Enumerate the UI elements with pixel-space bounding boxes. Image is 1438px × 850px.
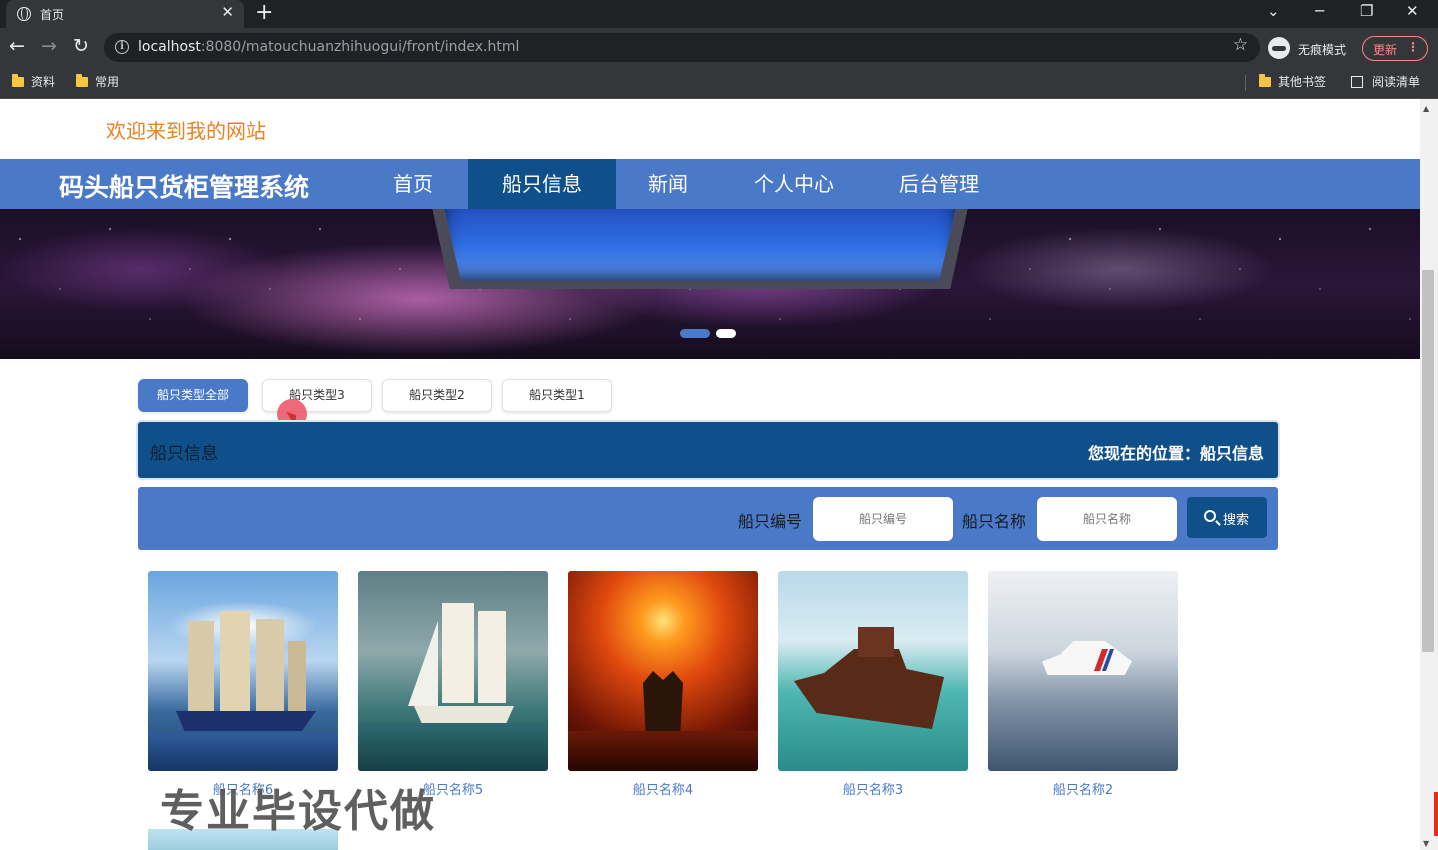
type-tab-2[interactable]: 船只类型2 [382, 379, 492, 412]
ship-name[interactable]: 船只名称2 [988, 779, 1178, 798]
bookmark-folder-changyong[interactable]: 常用 [76, 73, 119, 90]
bookmarks-separator [1245, 75, 1246, 91]
nav-news[interactable]: 新闻 [628, 159, 708, 209]
bookmark-folder-ziliao[interactable]: 资料 [12, 73, 55, 90]
close-tab-icon[interactable]: ✕ [221, 3, 234, 21]
minimize-icon[interactable]: ─ [1315, 2, 1324, 20]
update-button[interactable]: 更新 ⋮ [1362, 36, 1428, 61]
carousel-dot-1[interactable] [680, 329, 710, 338]
ship-image[interactable] [568, 571, 758, 771]
watermark-text: 专业毕设代做 [160, 786, 436, 837]
scroll-down-icon[interactable]: ▼ [1423, 839, 1429, 848]
ship-number-input[interactable] [813, 497, 953, 541]
search-icon [1204, 510, 1216, 522]
section-title: 船只信息 [150, 444, 218, 464]
globe-icon [17, 7, 31, 21]
nav-personal-center[interactable]: 个人中心 [736, 159, 852, 209]
reading-list[interactable]: 阅读清单 [1351, 73, 1420, 90]
scrollbar-thumb[interactable] [1422, 270, 1434, 652]
bookmark-star-icon[interactable]: ☆ [1233, 35, 1248, 55]
back-icon[interactable]: ← [9, 36, 25, 56]
tab-title: 首页 [40, 8, 65, 22]
browser-tab[interactable]: 首页 ✕ [6, 0, 244, 28]
folder-icon [12, 74, 24, 87]
ship-card[interactable]: 船只名称3 [778, 571, 968, 798]
site-title: 码头船只货柜管理系统 [59, 173, 310, 202]
ship-image[interactable] [778, 571, 968, 771]
ship-card[interactable]: 船只名称5 [358, 571, 548, 798]
restore-icon[interactable]: ❐ [1360, 2, 1373, 20]
address-bar[interactable]: i localhost:8080/matouchuanzhihuogui/fro… [104, 33, 1260, 62]
ship-name[interactable]: 船只名称3 [778, 779, 968, 798]
reload-icon[interactable]: ↻ [73, 36, 89, 56]
page-viewport: 欢迎来到我的网站 码头船只货柜管理系统 首页 船只信息 新闻 个人中心 后台管理… [0, 99, 1420, 850]
reading-list-icon [1351, 76, 1363, 88]
search-button[interactable]: 搜索 [1187, 497, 1267, 538]
browser-toolbar: ← → ↻ i localhost:8080/matouchuanzhihuog… [0, 28, 1438, 66]
ship-image[interactable] [358, 571, 548, 771]
ship-name-input[interactable] [1037, 497, 1177, 541]
menu-kebab-icon: ⋮ [1407, 40, 1419, 54]
type-tab-1[interactable]: 船只类型1 [502, 379, 612, 412]
new-tab-button[interactable]: + [255, 0, 273, 26]
nav-ship-info[interactable]: 船只信息 [468, 159, 616, 209]
ship-card[interactable]: 船只名称6 [148, 571, 338, 798]
banner-window [440, 209, 960, 281]
type-tab-all[interactable]: 船只类型全部 [138, 379, 248, 412]
nav-admin[interactable]: 后台管理 [880, 159, 998, 209]
ship-image[interactable] [988, 571, 1178, 771]
forward-icon[interactable]: → [41, 36, 57, 56]
carousel-dot-2[interactable] [716, 329, 736, 338]
url-text[interactable]: localhost:8080/matouchuanzhihuogui/front… [138, 39, 519, 55]
banner-carousel[interactable] [0, 209, 1420, 359]
main-nav: 码头船只货柜管理系统 首页 船只信息 新闻 个人中心 后台管理 [0, 159, 1420, 209]
edge-marker [1434, 792, 1438, 836]
incognito-icon [1268, 37, 1290, 59]
ship-number-label: 船只编号 [738, 512, 803, 531]
welcome-text: 欢迎来到我的网站 [106, 119, 266, 143]
folder-icon [76, 74, 88, 87]
ship-card[interactable]: 船只名称4 [568, 571, 758, 798]
ship-image[interactable] [148, 571, 338, 771]
close-window-icon[interactable]: ✕ [1406, 2, 1419, 20]
browser-tabstrip: 首页 ✕ + ⌄ ─ ❐ ✕ [0, 0, 1438, 28]
ship-name[interactable]: 船只名称4 [568, 779, 758, 798]
ship-name-label: 船只名称 [962, 512, 1027, 531]
search-bar: 船只编号 船只名称 搜索 [138, 487, 1278, 550]
site-info-icon[interactable]: i [115, 40, 129, 54]
location-bar: 船只信息 您现在的位置：船只信息 [138, 422, 1278, 478]
ship-card[interactable]: 船只名称2 [988, 571, 1178, 798]
scroll-up-icon[interactable]: ▲ [1423, 104, 1429, 113]
nav-home[interactable]: 首页 [371, 159, 455, 209]
folder-icon [1259, 74, 1271, 87]
bookmark-other[interactable]: 其他书签 [1259, 73, 1326, 90]
breadcrumb: 您现在的位置：船只信息 [1087, 444, 1264, 463]
tab-search-icon[interactable]: ⌄ [1267, 2, 1280, 20]
bookmarks-bar: 资料 常用 其他书签 阅读清单 [0, 66, 1438, 99]
